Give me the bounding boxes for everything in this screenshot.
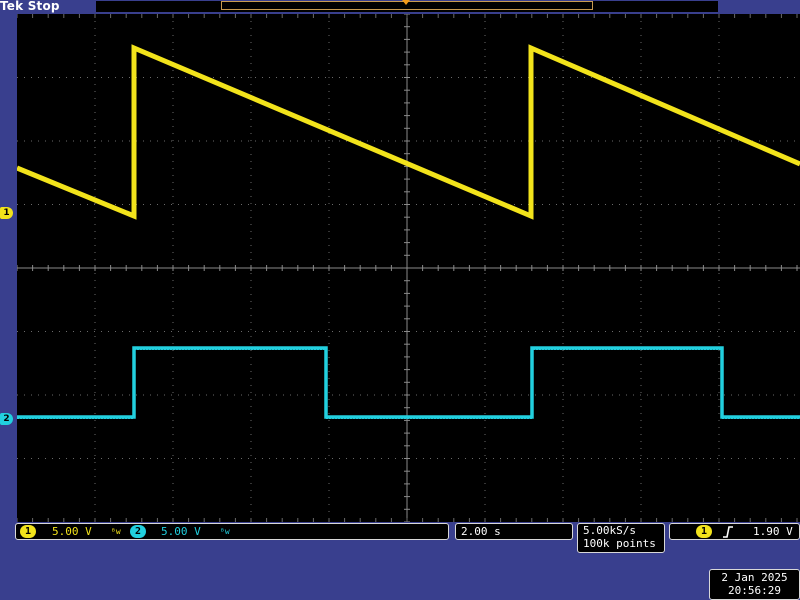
ch2-badge[interactable]: 2: [130, 525, 146, 538]
ch1-bandwidth-limit-icon: ᴮw: [111, 527, 121, 536]
waveform-display[interactable]: [17, 14, 800, 522]
ch1-scale: 5.00 V: [52, 525, 92, 538]
datetime-readout: 2 Jan 2025 20:56:29: [709, 569, 800, 600]
readout-panel: 1 5.00 V ᴮw 2 5.00 V ᴮw 2.00 s 5.00kS/s …: [0, 522, 800, 600]
brand-label: Tek: [0, 0, 24, 13]
sample-rate: 5.00kS/s: [583, 524, 636, 537]
trigger-level: 1.90 V: [753, 525, 793, 538]
vertical-readout[interactable]: 1 5.00 V ᴮw 2 5.00 V ᴮw: [15, 523, 449, 540]
trigger-source-badge: 1: [696, 525, 712, 538]
timebase-readout[interactable]: 2.00 s: [455, 523, 573, 540]
ch1-badge[interactable]: 1: [20, 525, 36, 538]
ch1-ground-marker[interactable]: 1: [0, 207, 13, 219]
acquisition-status: Stop: [27, 0, 60, 13]
trigger-readout[interactable]: 1 1.90 V: [669, 523, 800, 540]
record-length: 100k points: [583, 537, 656, 550]
brand-status: Tek Stop: [0, 0, 60, 13]
top-status-bar: Tek Stop: [0, 0, 800, 14]
time: 20:56:29: [728, 584, 781, 597]
ch2-scale: 5.00 V: [161, 525, 201, 538]
trigger-position-icon[interactable]: [402, 0, 410, 5]
date: 2 Jan 2025: [721, 571, 788, 584]
graticule: [17, 14, 800, 522]
ch2-bandwidth-limit-icon: ᴮw: [220, 527, 230, 536]
ch2-ground-marker[interactable]: 2: [0, 413, 13, 425]
time-per-div: 2.00 s: [461, 525, 501, 538]
acquisition-readout[interactable]: 5.00kS/s 100k points: [577, 523, 665, 553]
